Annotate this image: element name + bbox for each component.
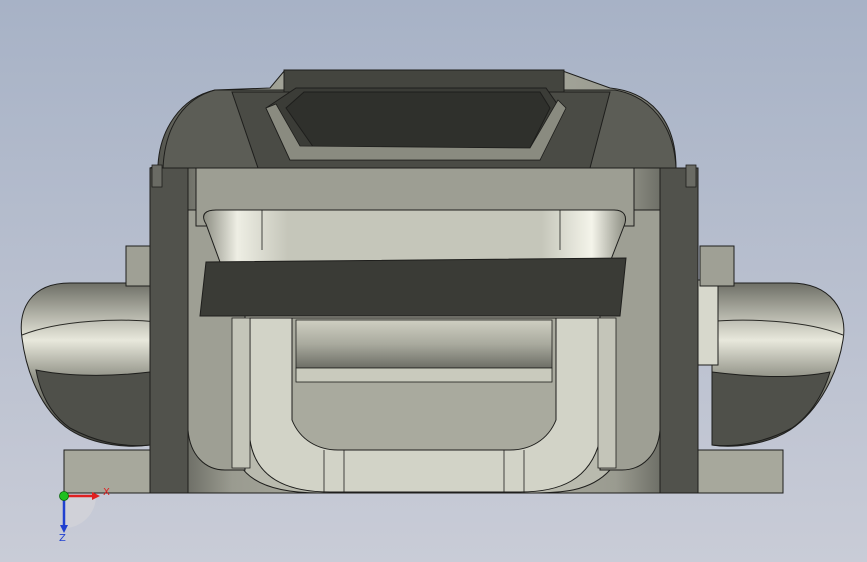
right-boss [699,245,735,287]
z-axis-label: Z [59,533,66,544]
base-plate-right [697,449,784,494]
cad-3d-viewport[interactable]: X Z [0,0,867,562]
front-plate [195,167,635,317]
y-axis-dot-icon [59,491,69,501]
x-axis-label: X [103,487,110,498]
base-plate-left [63,449,163,494]
lower-cavity [239,309,611,494]
model-canvas[interactable] [0,0,867,562]
